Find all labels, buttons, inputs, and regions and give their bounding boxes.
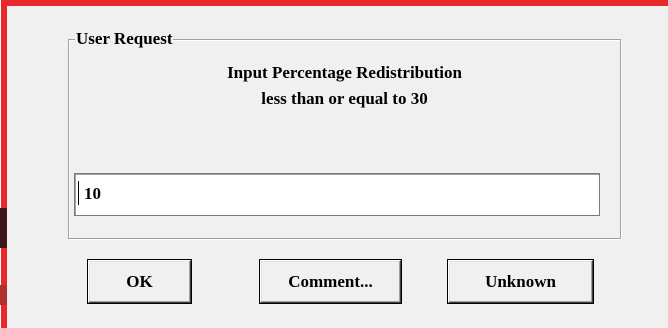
- ok-button[interactable]: OK: [88, 260, 191, 303]
- prompt-text-line-1: Input Percentage Redistribution: [227, 63, 462, 82]
- percentage-input-wrapper: [74, 173, 600, 216]
- text-caret: [78, 181, 79, 205]
- comment-button[interactable]: Comment...: [260, 260, 401, 303]
- window-frame-edge: [0, 0, 1, 328]
- percentage-input-value: 10: [84, 184, 101, 203]
- unknown-button[interactable]: Unknown: [448, 260, 593, 303]
- prompt-text-line-2: less than or equal to 30: [261, 89, 428, 108]
- dialog-window: User Request Input Percentage Redistribu…: [0, 0, 668, 328]
- percentage-input[interactable]: [74, 173, 600, 216]
- window-frame-marker: [0, 285, 7, 305]
- window-frame-left: [0, 0, 7, 328]
- groupbox-title: User Request: [75, 29, 174, 49]
- window-frame-marker: [0, 208, 7, 248]
